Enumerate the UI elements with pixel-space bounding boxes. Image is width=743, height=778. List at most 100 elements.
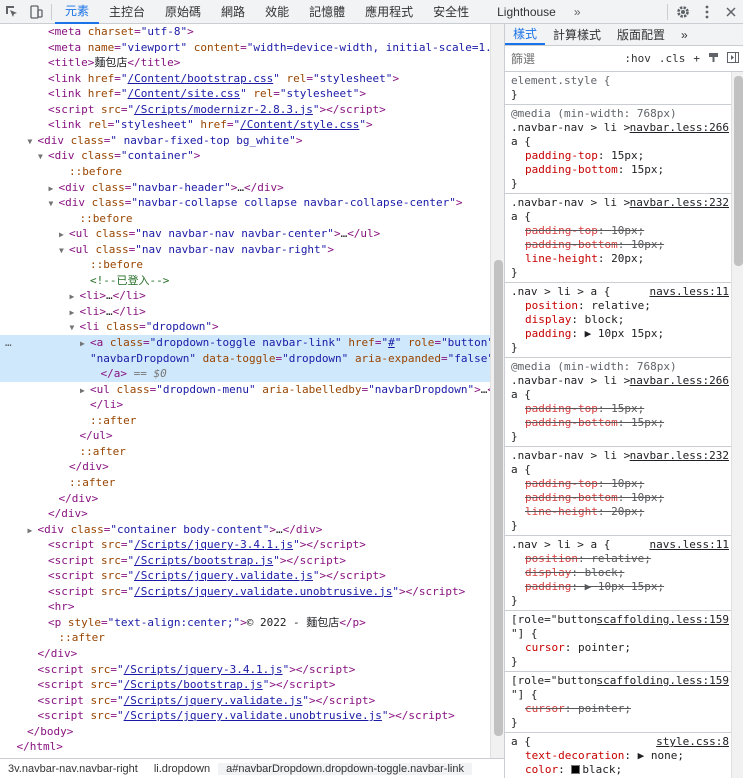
- dom-node[interactable]: </body>: [0, 724, 490, 740]
- rule-selector[interactable]: .navbar-nav > li > navbar.less:266: [511, 374, 731, 388]
- tab-8[interactable]: Lighthouse: [487, 0, 566, 24]
- rule-source-link[interactable]: navs.less:11: [650, 285, 729, 299]
- expand-triangle-icon[interactable]: ▶: [70, 305, 80, 320]
- dom-node[interactable]: <link href="/Content/site.css" rel="styl…: [0, 86, 490, 102]
- style-declaration[interactable]: padding-bottom: 15px;: [511, 416, 731, 430]
- dom-node[interactable]: <meta name="viewport" content="width=dev…: [0, 40, 490, 56]
- rule-source-link[interactable]: navbar.less:232: [630, 449, 729, 463]
- dom-node[interactable]: <script src="/Scripts/jquery.validate.un…: [0, 584, 490, 600]
- dom-node[interactable]: <title>麵包店</title>: [0, 55, 490, 71]
- tab-0[interactable]: 元素: [55, 0, 100, 24]
- dom-node[interactable]: <meta charset="utf-8">: [0, 24, 490, 40]
- rule-selector[interactable]: a {: [511, 135, 731, 149]
- rule-selector[interactable]: .nav > li > a {navs.less:11: [511, 538, 731, 552]
- tab-6[interactable]: 應用程式: [355, 0, 423, 24]
- hover-state-toggle[interactable]: :hov: [620, 52, 655, 65]
- dom-node[interactable]: ▶ <div class="container body-content">…</…: [0, 522, 490, 538]
- dom-node[interactable]: <hr>: [0, 599, 490, 615]
- class-toggle[interactable]: .cls: [655, 52, 690, 65]
- rule-selector[interactable]: [role="button scaffolding.less:159: [511, 674, 731, 688]
- style-declaration[interactable]: padding-top: 10px;: [511, 477, 731, 491]
- tab-5[interactable]: 記憶體: [299, 0, 355, 24]
- expand-triangle-icon[interactable]: ▼: [59, 243, 69, 258]
- dom-node[interactable]: <p style="text-align:center;">© 2022 - 麵…: [0, 615, 490, 631]
- dom-node[interactable]: ::after: [0, 413, 490, 429]
- dom-node[interactable]: <link rel="stylesheet" href="/Content/st…: [0, 117, 490, 133]
- expand-triangle-icon[interactable]: ▼: [70, 320, 80, 335]
- expand-triangle-icon[interactable]: ▶: [70, 289, 80, 304]
- rule-source-link[interactable]: navs.less:11: [650, 538, 729, 552]
- rule-source-link[interactable]: scaffolding.less:159: [597, 613, 729, 627]
- color-swatch[interactable]: [571, 765, 581, 774]
- style-declaration[interactable]: padding-bottom: 10px;: [511, 238, 731, 252]
- breadcrumb-item[interactable]: a#navbarDropdown.dropdown-toggle.navbar-…: [218, 762, 472, 775]
- style-declaration[interactable]: position: relative;: [511, 299, 731, 313]
- dom-node[interactable]: <script src="/Scripts/bootstrap.js"></sc…: [0, 553, 490, 569]
- rule-selector[interactable]: .navbar-nav > li > navbar.less:232: [511, 449, 731, 463]
- dom-node[interactable]: <script src="/Scripts/jquery.validate.js…: [0, 693, 490, 709]
- dom-node[interactable]: ▼ <li class="dropdown">: [0, 319, 490, 335]
- style-declaration[interactable]: text-decoration: ▶ none;: [511, 749, 731, 763]
- style-declaration[interactable]: color: black;: [511, 763, 731, 777]
- dom-node[interactable]: ▶ <ul class="dropdown-menu" aria-labelled…: [0, 382, 490, 398]
- dom-node[interactable]: ▼ <ul class="nav navbar-nav navbar-right"…: [0, 242, 490, 258]
- dom-node-selected[interactable]: "navbarDropdown" data-toggle="dropdown" …: [0, 350, 490, 367]
- style-declaration[interactable]: position: relative;: [511, 552, 731, 566]
- style-declaration[interactable]: padding-bottom: 15px;: [511, 163, 731, 177]
- expand-triangle-icon[interactable]: ▶: [28, 523, 38, 538]
- inspect-element-icon[interactable]: [0, 0, 24, 24]
- expand-triangle-icon[interactable]: ▶: [80, 336, 90, 351]
- dom-node[interactable]: <script src="/Scripts/jquery.validate.un…: [0, 708, 490, 724]
- expand-triangle-icon[interactable]: ▼: [38, 149, 48, 164]
- dom-node[interactable]: ▶ <li>…</li>: [0, 288, 490, 304]
- dom-node-selected[interactable]: ▶ <a class="dropdown-toggle navbar-link" …: [0, 335, 490, 351]
- tab-4[interactable]: 效能: [255, 0, 299, 24]
- style-declaration[interactable]: padding: ▶ 10px 15px;: [511, 580, 731, 594]
- dom-node[interactable]: </ul>: [0, 428, 490, 444]
- elements-scrollbar[interactable]: [490, 24, 504, 758]
- styles-filter-input[interactable]: [505, 49, 577, 68]
- dom-node[interactable]: ::before: [0, 211, 490, 227]
- dom-node[interactable]: ▼ <div class="container">: [0, 148, 490, 164]
- dom-node[interactable]: ::after: [0, 475, 490, 491]
- style-declaration[interactable]: cursor: pointer;: [511, 702, 731, 716]
- dom-node[interactable]: ::before: [0, 164, 490, 180]
- rule-selector[interactable]: a {: [511, 210, 731, 224]
- styles-scrollbar-thumb[interactable]: [734, 76, 743, 266]
- styles-tab-0[interactable]: 樣式: [505, 24, 546, 45]
- dom-node[interactable]: </div>: [0, 491, 490, 507]
- rule-source-link[interactable]: navbar.less:266: [630, 121, 729, 135]
- dom-node[interactable]: <script src="/Scripts/bootstrap.js"></sc…: [0, 677, 490, 693]
- style-declaration[interactable]: display: block;: [511, 566, 731, 580]
- rule-selector[interactable]: element.style {: [511, 74, 731, 88]
- dom-node[interactable]: <script src="/Scripts/jquery-3.4.1.js"><…: [0, 662, 490, 678]
- rule-selector[interactable]: .nav > li > a {navs.less:11: [511, 285, 731, 299]
- close-icon[interactable]: [719, 0, 743, 24]
- dom-node[interactable]: ▼ <div class="navbar-collapse collapse na…: [0, 195, 490, 211]
- expand-triangle-icon[interactable]: ▼: [49, 196, 59, 211]
- rule-source-link[interactable]: scaffolding.less:159: [597, 674, 729, 688]
- more-tabs-button[interactable]: »: [566, 5, 589, 19]
- rule-selector[interactable]: a {: [511, 388, 731, 402]
- rule-selector[interactable]: [role="button scaffolding.less:159: [511, 613, 731, 627]
- sidebar-toggle-icon[interactable]: [723, 51, 743, 66]
- dom-node[interactable]: </div>: [0, 646, 490, 662]
- style-declaration[interactable]: padding-top: 15px;: [511, 402, 731, 416]
- dom-node[interactable]: ::before: [0, 257, 490, 273]
- expand-triangle-icon[interactable]: ▶: [49, 181, 59, 196]
- breadcrumb-item[interactable]: 3v.navbar-nav.navbar-right: [0, 763, 146, 775]
- elements-dom-tree[interactable]: <meta charset="utf-8"> <meta name="viewpo…: [0, 24, 490, 758]
- dom-node[interactable]: ▶ <div class="navbar-header">…</div>: [0, 180, 490, 196]
- dom-node[interactable]: ▶ <ul class="nav navbar-nav navbar-center…: [0, 226, 490, 242]
- dom-node[interactable]: <script src="/Scripts/jquery-3.4.1.js"><…: [0, 537, 490, 553]
- rule-source-link[interactable]: navbar.less:232: [630, 196, 729, 210]
- rule-selector[interactable]: "] {: [511, 627, 731, 641]
- rule-selector[interactable]: "] {: [511, 688, 731, 702]
- dom-node[interactable]: <script src="/Scripts/modernizr-2.8.3.js…: [0, 102, 490, 118]
- dom-node[interactable]: <link href="/Content/bootstrap.css" rel=…: [0, 71, 490, 87]
- tab-7[interactable]: 安全性: [423, 0, 479, 24]
- paint-icon[interactable]: [704, 52, 723, 66]
- style-declaration[interactable]: line-height: 20px;: [511, 252, 731, 266]
- style-declaration[interactable]: line-height: 20px;: [511, 505, 731, 519]
- style-declaration[interactable]: padding-top: 15px;: [511, 149, 731, 163]
